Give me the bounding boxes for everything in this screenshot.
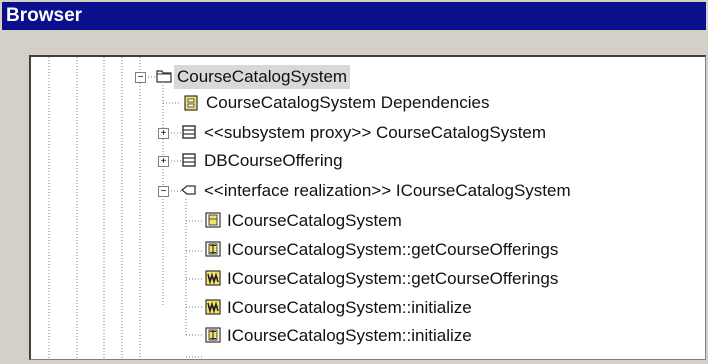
tree-item-course-catalog-system[interactable]: CourseCatalogSystem <box>174 65 351 89</box>
tree-item-sequence-get-course-offerings[interactable]: ICourseCatalogSystem::getCourseOfferings <box>224 238 561 262</box>
tree-item-collaboration-initialize[interactable]: ICourseCatalogSystem::initialize <box>224 296 475 320</box>
collaboration-diagram-icon <box>205 299 221 315</box>
class-diagram-icon <box>205 212 221 228</box>
tree-item-collaboration-get-course-offerings[interactable]: ICourseCatalogSystem::getCourseOfferings <box>224 267 561 291</box>
package-folder-icon <box>156 70 172 83</box>
tree-item-subsystem-proxy[interactable]: <<subsystem proxy>> CourseCatalogSystem <box>201 121 549 145</box>
collaboration-diagram-icon <box>205 270 221 286</box>
tree-item-db-course-offering[interactable]: DBCourseOffering <box>201 149 346 173</box>
tree-item-sequence-initialize[interactable]: ICourseCatalogSystem::initialize <box>224 324 475 348</box>
collapse-toggle[interactable]: − <box>135 72 146 83</box>
expand-toggle[interactable]: + <box>158 156 169 167</box>
realization-icon <box>181 185 196 195</box>
interaction-diagram-icon <box>205 327 221 343</box>
tree-item-dependencies[interactable]: CourseCatalogSystem Dependencies <box>203 91 493 115</box>
window-title: Browser <box>6 5 83 26</box>
class-diagram-icon <box>184 95 198 111</box>
class-icon <box>182 125 196 139</box>
browser-window: Browser − CourseCatalogSystem CourseCata… <box>0 0 708 364</box>
browser-tree-view[interactable]: − CourseCatalogSystem CourseCatalogSyste… <box>29 55 706 360</box>
tree-item-icoursecatalogsystem[interactable]: ICourseCatalogSystem <box>224 209 405 233</box>
collapse-toggle[interactable]: − <box>158 186 169 197</box>
browser-title-bar: Browser <box>2 2 706 30</box>
expand-toggle[interactable]: + <box>158 128 169 139</box>
interaction-diagram-icon <box>205 241 221 257</box>
tree-item-interface-realization[interactable]: <<interface realization>> ICourseCatalog… <box>201 179 574 203</box>
window-bottom-edge <box>0 360 708 364</box>
class-icon <box>182 153 196 167</box>
